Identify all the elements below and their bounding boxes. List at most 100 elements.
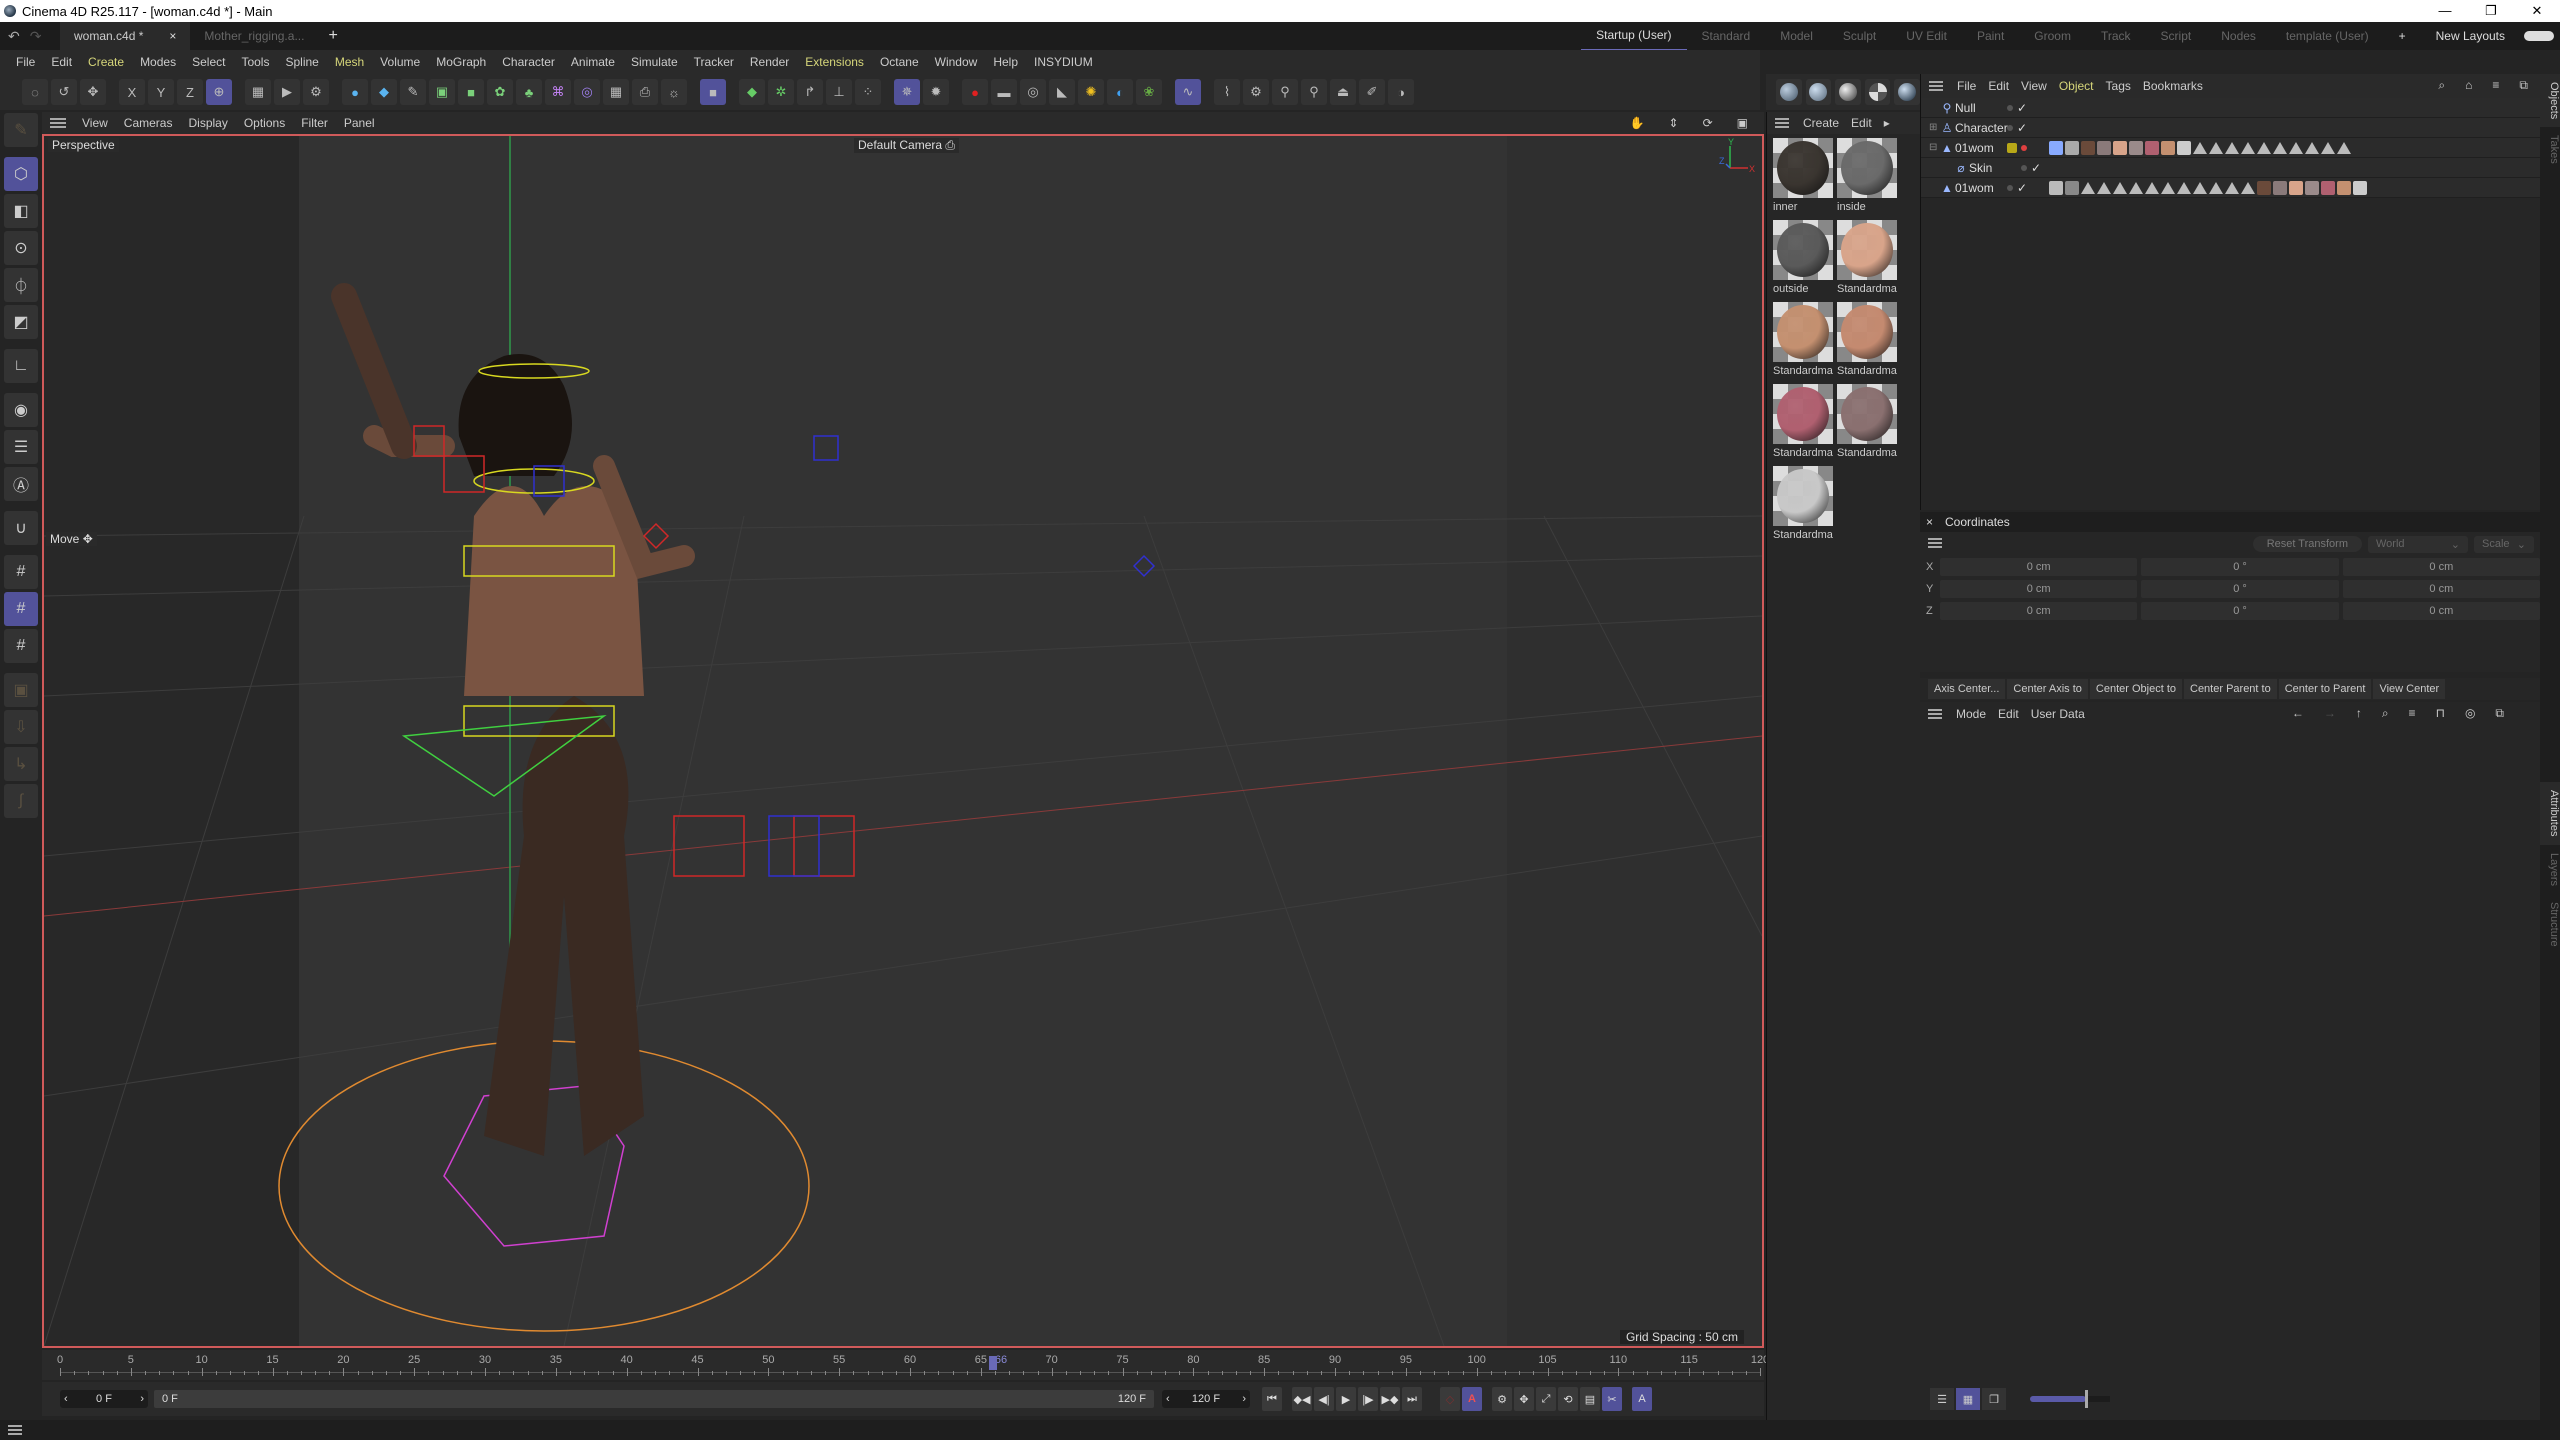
command-button[interactable]: Center Axis to [2007, 679, 2088, 699]
key-scale-icon[interactable]: ⤢ [1536, 1387, 1556, 1411]
add-tab-button[interactable]: + [328, 27, 337, 45]
key-position-icon[interactable]: ✥ [1514, 1387, 1534, 1411]
edit-icon[interactable]: ✎ [4, 113, 38, 147]
search-icon[interactable]: ⌕ [2376, 706, 2395, 721]
coordinate-space-dropdown[interactable]: World ⌄ [2368, 535, 2468, 553]
close-panel-icon[interactable]: × [1926, 515, 1933, 529]
render-view-icon[interactable]: ▶ [274, 79, 300, 105]
side-tab-layers[interactable]: Layers [2540, 845, 2560, 894]
joint-gear-icon[interactable]: ⚙ [1243, 79, 1269, 105]
key-rotation-icon[interactable]: ⟲ [1558, 1387, 1578, 1411]
visibility-dot[interactable] [2021, 144, 2027, 151]
tag-icon[interactable] [2049, 180, 2063, 195]
y-scale-field[interactable]: 0 cm [2342, 580, 2540, 598]
layout-tab[interactable]: Groom [2019, 22, 2086, 50]
graph-icon[interactable]: ∿ [1175, 79, 1201, 105]
x-rot-field[interactable]: 0 ° [2141, 558, 2339, 576]
selection-tag-icon[interactable] [2337, 141, 2351, 154]
command-button[interactable]: Center to Parent [2278, 679, 2372, 699]
layout-tab[interactable]: UV Edit [1891, 22, 1962, 50]
x-pos-field[interactable]: 0 cm [1940, 558, 2138, 576]
side-tab-attributes[interactable]: Attributes [2540, 782, 2560, 845]
list-view-icon[interactable]: ☰ [1930, 1388, 1954, 1410]
menu-help[interactable]: Help [985, 55, 1026, 69]
material-swatch[interactable]: Standardma [1837, 220, 1897, 298]
cube-icon[interactable]: ◆ [371, 79, 397, 105]
object-menu-edit[interactable]: Edit [1982, 79, 2015, 93]
command-button[interactable]: Center Object to [2089, 679, 2182, 699]
hamburger-icon[interactable] [1928, 709, 1942, 719]
selection-tag-icon[interactable] [2321, 141, 2335, 154]
dolly-icon[interactable]: ⇕ [1661, 112, 1687, 134]
object-row-character[interactable]: ⊞ ♙ Character ✓ [1921, 118, 2540, 138]
selection-tag-icon[interactable] [2113, 181, 2127, 194]
spline-icon[interactable]: ∫ [4, 784, 38, 818]
octane-target-icon[interactable]: ◎ [1020, 79, 1046, 105]
visibility-flags[interactable]: ✓ [2007, 181, 2043, 195]
menu-render[interactable]: Render [742, 55, 797, 69]
octane-tag-icon[interactable]: ↱ [797, 79, 823, 105]
material-tag-icon[interactable] [2289, 180, 2303, 195]
layout-tab[interactable]: Paint [1962, 22, 2019, 50]
axis-lock-x-button[interactable]: X [119, 79, 145, 105]
attr-menu-edit[interactable]: Edit [1992, 707, 2025, 721]
stack-view-icon[interactable]: ❐ [1982, 1388, 2006, 1410]
axis-lock-z-button[interactable]: Z [177, 79, 203, 105]
import-icon[interactable]: ⇩ [4, 710, 38, 744]
effector-icon[interactable]: ♣ [516, 79, 542, 105]
material-tag-icon[interactable] [2177, 140, 2191, 155]
points-mode-icon[interactable]: ⊙ [4, 231, 38, 265]
object-row-01wom[interactable]: ⊟ ▲ 01wom [1921, 138, 2540, 158]
target-icon[interactable]: ◎ [2459, 706, 2481, 721]
maximize-view-icon[interactable]: ▣ [1729, 112, 1756, 134]
layer-color-swatch[interactable] [2007, 142, 2017, 153]
selection-tag-icon[interactable] [2209, 141, 2223, 154]
menu-character[interactable]: Character [494, 55, 563, 69]
doc-tab-mother-rigging[interactable]: Mother_rigging.a... [190, 22, 318, 50]
coordinate-system-icon[interactable]: ⊕ [206, 79, 232, 105]
menu-mesh[interactable]: Mesh [327, 55, 372, 69]
visibility-flags[interactable]: ✓ [2021, 161, 2057, 175]
paint-weight-icon[interactable]: ✐ [1359, 79, 1385, 105]
visibility-flags[interactable]: ✓ [2007, 121, 2043, 135]
y-pos-field[interactable]: 0 cm [1940, 580, 2138, 598]
key-param-icon[interactable]: ▤ [1580, 1387, 1600, 1411]
hamburger-icon[interactable] [1775, 118, 1789, 128]
menu-edit[interactable]: Edit [43, 55, 80, 69]
object-menu-tags[interactable]: Tags [2100, 79, 2137, 93]
menu-spline[interactable]: Spline [277, 55, 326, 69]
last-frame-button[interactable]: ⏭ [1402, 1387, 1422, 1411]
menu-extensions[interactable]: Extensions [797, 55, 872, 69]
new-window-icon[interactable]: ⧉ [2489, 706, 2510, 721]
material-tag-icon[interactable] [2337, 180, 2351, 195]
octane-tree-icon[interactable]: ❀ [1136, 79, 1162, 105]
material-icon[interactable]: ■ [700, 79, 726, 105]
weight-icon[interactable]: ⏏ [1330, 79, 1356, 105]
command-button[interactable]: View Center [2373, 679, 2446, 699]
selection-tag-icon[interactable] [2193, 141, 2207, 154]
enabled-check-icon[interactable]: ✓ [2017, 101, 2027, 115]
shading-checker-icon[interactable] [1864, 79, 1891, 105]
autokey-button[interactable]: A [1462, 1387, 1482, 1411]
x-scale-field[interactable]: 0 cm [2342, 558, 2540, 576]
selection-tag-icon[interactable] [2257, 141, 2271, 154]
floor-icon[interactable]: ▦ [603, 79, 629, 105]
selection-tag-icon[interactable] [2225, 141, 2239, 154]
material-swatch[interactable]: outside [1773, 220, 1833, 298]
layout-tab[interactable]: Model [1765, 22, 1828, 50]
pin-pair-icon[interactable]: ⚲ [1301, 79, 1327, 105]
object-row-01wom[interactable]: ▲ 01wom ✓ [1921, 178, 2540, 198]
new-window-icon[interactable]: ⧉ [2513, 78, 2534, 93]
layout-tab[interactable]: Sculpt [1828, 22, 1891, 50]
material-tag-icon[interactable] [2257, 180, 2271, 195]
model-mode-icon[interactable]: ⬡ [4, 157, 38, 191]
octane-gear-icon[interactable]: ✹ [923, 79, 949, 105]
add-layout-button[interactable]: + [2384, 22, 2421, 50]
selection-tag-icon[interactable] [2209, 181, 2223, 194]
layout-tab[interactable]: Startup (User) [1581, 21, 1687, 51]
menu-create[interactable]: Create [80, 55, 132, 69]
enabled-check-icon[interactable]: ✓ [2017, 181, 2027, 195]
octane-scatter-icon[interactable]: ⁘ [855, 79, 881, 105]
axis-lock-y-button[interactable]: Y [148, 79, 174, 105]
mesh-mode-icon[interactable]: ◧ [4, 194, 38, 228]
